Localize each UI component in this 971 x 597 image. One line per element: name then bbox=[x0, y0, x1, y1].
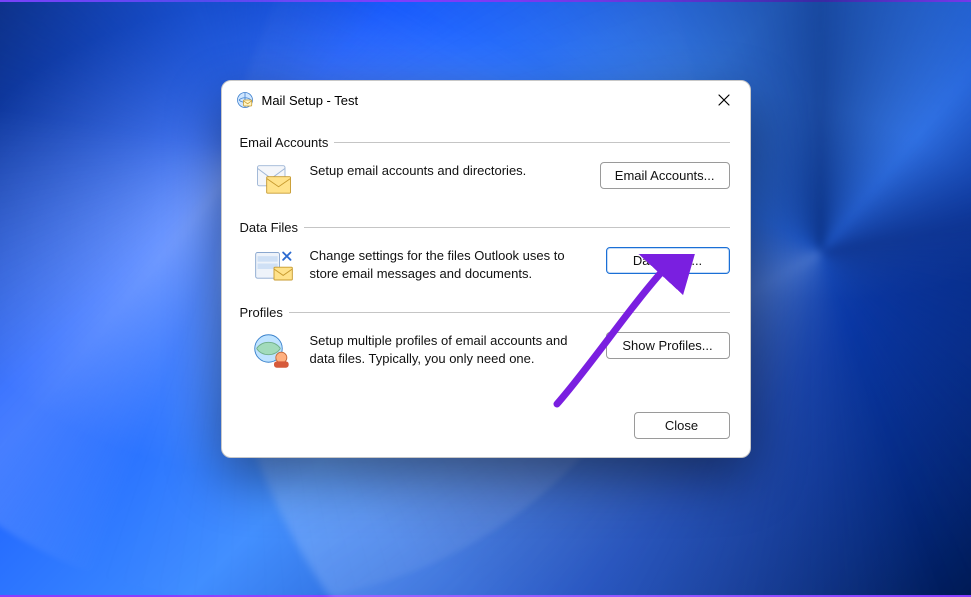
close-button[interactable] bbox=[704, 86, 744, 114]
legend-profiles: Profiles bbox=[240, 305, 289, 320]
email-accounts-icon bbox=[252, 160, 296, 200]
desktop-background: Mail Setup - Test Email Accounts bbox=[0, 0, 971, 597]
mail-setup-dialog: Mail Setup - Test Email Accounts bbox=[221, 80, 751, 458]
close-dialog-button[interactable]: Close bbox=[634, 412, 730, 439]
data-files-icon bbox=[252, 245, 296, 285]
dialog-title: Mail Setup - Test bbox=[262, 93, 696, 108]
data-files-description: Change settings for the files Outlook us… bbox=[310, 245, 592, 282]
email-accounts-button[interactable]: Email Accounts... bbox=[600, 162, 730, 189]
group-profiles: Profiles Setup multiple profiles of emai… bbox=[242, 305, 730, 374]
group-email-accounts: Email Accounts Setup email accounts and … bbox=[242, 135, 730, 204]
legend-email-accounts: Email Accounts bbox=[240, 135, 335, 150]
mail-setup-icon bbox=[236, 91, 254, 109]
group-data-files: Data Files Change settings for the files… bbox=[242, 220, 730, 289]
legend-data-files: Data Files bbox=[240, 220, 305, 235]
dialog-body: Email Accounts Setup email accounts and … bbox=[222, 117, 750, 390]
close-icon bbox=[718, 94, 730, 106]
profiles-description: Setup multiple profiles of email account… bbox=[310, 330, 592, 367]
dialog-footer: Close bbox=[222, 390, 750, 457]
show-profiles-button[interactable]: Show Profiles... bbox=[606, 332, 730, 359]
data-files-button[interactable]: Data Files... bbox=[606, 247, 730, 274]
titlebar: Mail Setup - Test bbox=[222, 81, 750, 117]
profiles-icon bbox=[252, 330, 296, 370]
email-accounts-description: Setup email accounts and directories. bbox=[310, 160, 586, 180]
